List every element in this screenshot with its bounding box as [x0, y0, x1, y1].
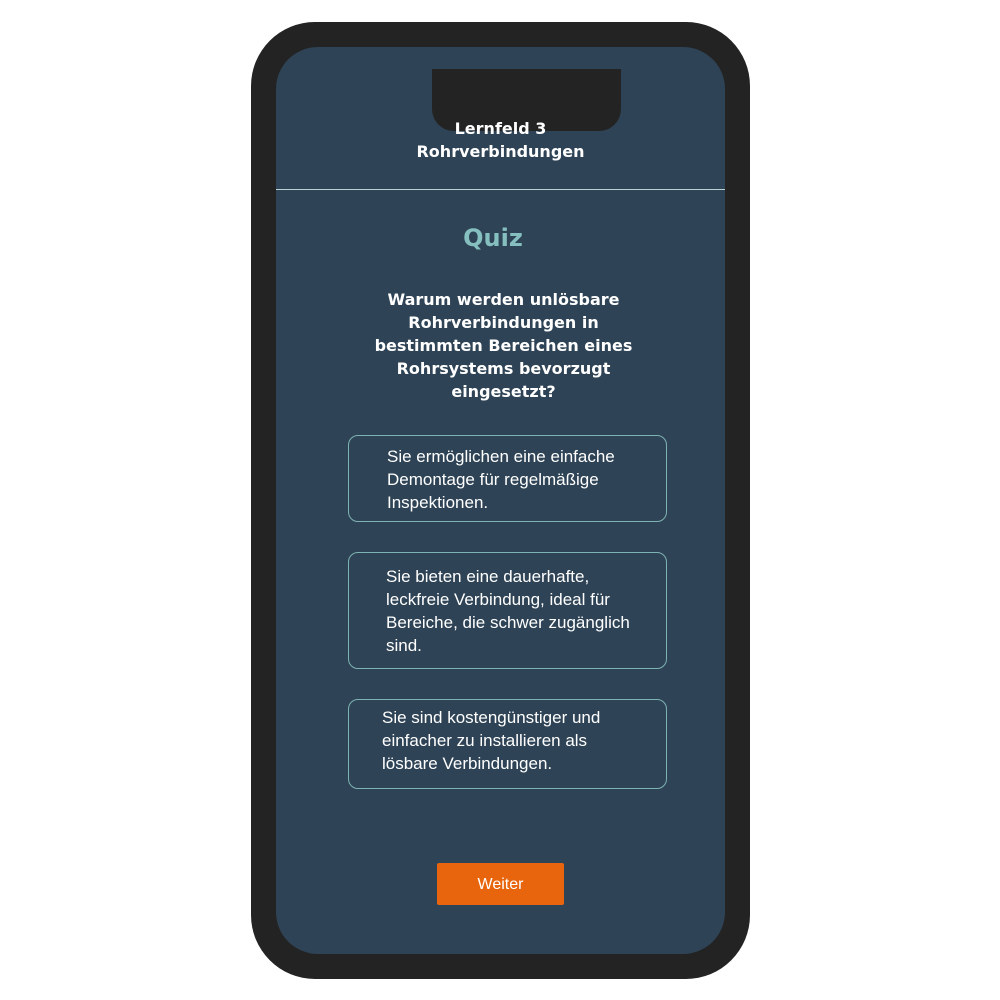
quiz-question: Warum werden unlösbare Rohrverbindungen …: [374, 290, 633, 401]
page-header: Lernfeld 3 Rohrverbindungen: [276, 117, 725, 163]
answer-option-2[interactable]: Sie bieten eine dauerhafte, leckfreie Ve…: [348, 552, 667, 669]
phone-frame: Lernfeld 3 Rohrverbindungen Quiz Warum w…: [251, 22, 750, 979]
quiz-title: Quiz: [463, 224, 523, 252]
app-screen: Lernfeld 3 Rohrverbindungen Quiz Warum w…: [276, 47, 725, 954]
answer-option-1[interactable]: Sie ermöglichen eine einfache Demontage …: [348, 435, 667, 522]
answer-option-label: Sie sind kostengünstiger und einfacher z…: [382, 708, 601, 773]
answer-option-3[interactable]: Sie sind kostengünstiger und einfacher z…: [348, 699, 667, 789]
header-topic-label: Rohrverbindungen: [416, 142, 585, 161]
next-button[interactable]: Weiter: [437, 863, 564, 905]
header-course-label: Lernfeld 3: [454, 119, 547, 138]
answer-option-label: Sie bieten eine dauerhafte, leckfreie Ve…: [386, 567, 630, 655]
header-divider: [276, 189, 725, 190]
answer-option-label: Sie ermöglichen eine einfache Demontage …: [387, 447, 615, 512]
